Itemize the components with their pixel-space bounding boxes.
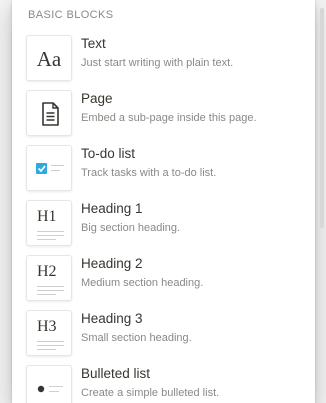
heading-2-icon: H2: [26, 255, 72, 301]
section-header: BASIC BLOCKS: [28, 9, 114, 21]
block-title: Bulleted list: [81, 366, 151, 381]
block-item-heading-2[interactable]: H2 Heading 2 Medium section heading.: [12, 252, 315, 307]
block-description: Create a simple bulleted list.: [81, 387, 220, 399]
block-item-text[interactable]: Aa Text Just start writing with plain te…: [12, 32, 315, 87]
heading-1-icon: H1: [26, 200, 72, 246]
block-item-heading-1[interactable]: H1 Heading 1 Big section heading.: [12, 197, 315, 252]
block-description: Track tasks with a to-do list.: [81, 167, 217, 179]
block-description: Small section heading.: [81, 332, 192, 344]
block-item-page[interactable]: Page Embed a sub-page inside this page.: [12, 87, 315, 142]
block-title: Text: [81, 36, 106, 51]
block-item-bulleted-list[interactable]: Bulleted list Create a simple bulleted l…: [12, 362, 315, 403]
text-aa-icon: Aa: [26, 35, 72, 81]
block-title: Heading 2: [81, 256, 143, 271]
heading-3-icon: H3: [26, 310, 72, 356]
bulleted-list-icon: [26, 365, 72, 403]
block-description: Medium section heading.: [81, 277, 204, 289]
block-title: To-do list: [81, 146, 136, 161]
block-menu: BASIC BLOCKS Aa Text Just start writing …: [12, 0, 315, 403]
block-item-heading-3[interactable]: H3 Heading 3 Small section heading.: [12, 307, 315, 362]
page-icon: [26, 90, 72, 136]
scrollbar[interactable]: [320, 8, 324, 228]
block-title: Page: [81, 91, 113, 106]
checkbox-icon: [26, 145, 72, 191]
block-title: Heading 1: [81, 201, 143, 216]
block-description: Embed a sub-page inside this page.: [81, 112, 257, 124]
block-title: Heading 3: [81, 311, 143, 326]
block-item-todo[interactable]: To-do list Track tasks with a to-do list…: [12, 142, 315, 197]
block-description: Big section heading.: [81, 222, 181, 234]
block-description: Just start writing with plain text.: [81, 57, 234, 69]
